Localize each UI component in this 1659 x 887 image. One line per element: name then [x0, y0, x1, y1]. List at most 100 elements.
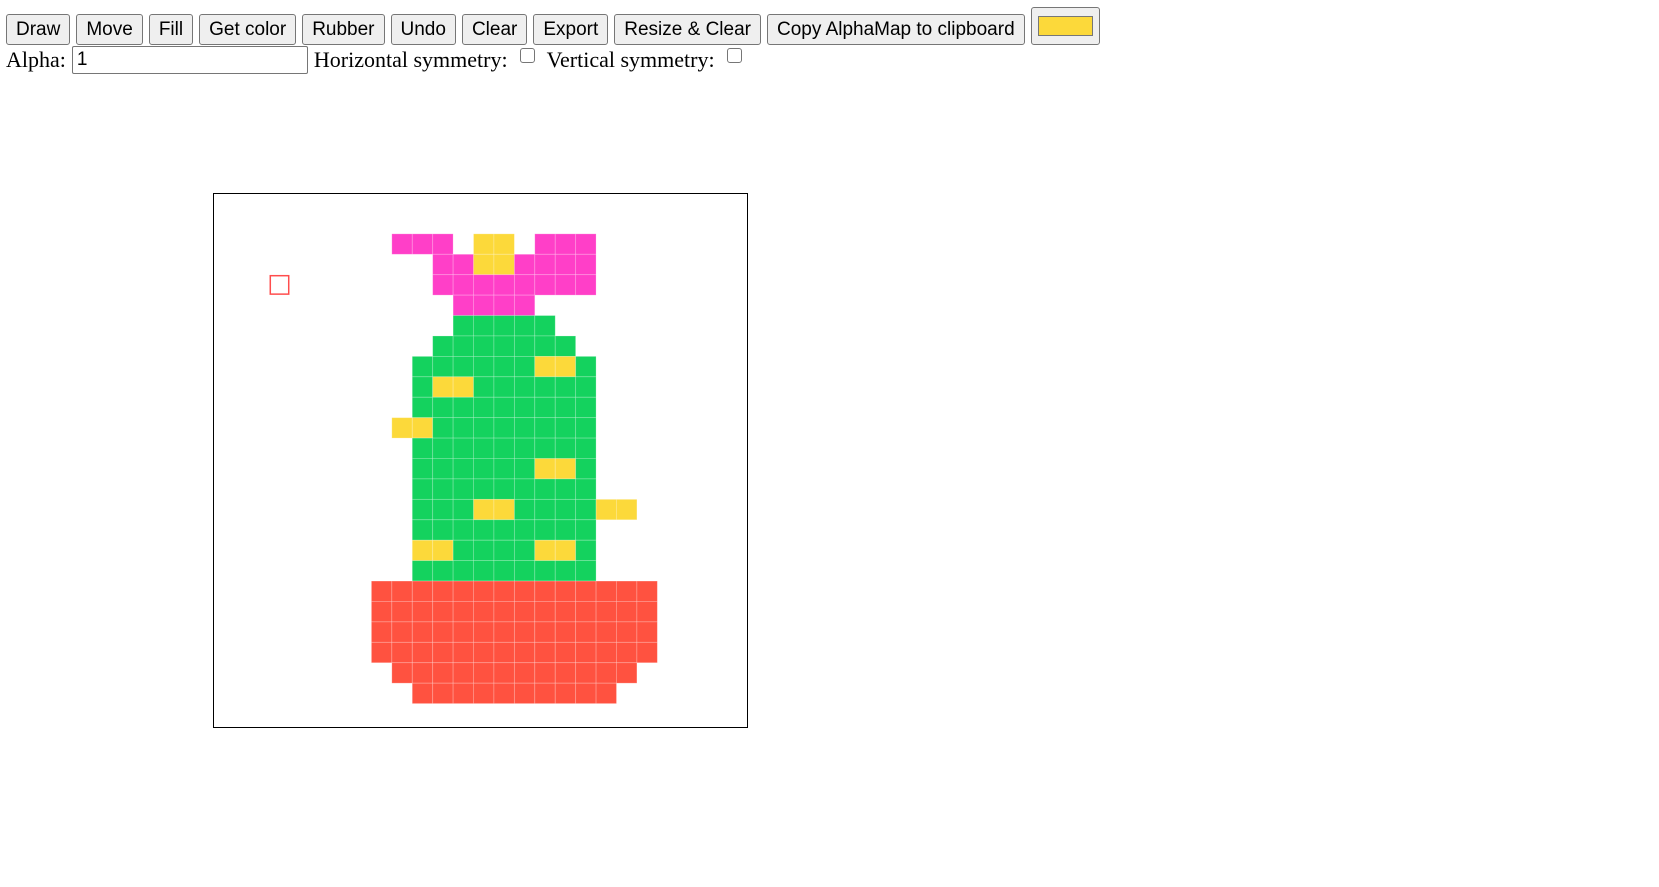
pixel-cell	[493, 662, 515, 684]
pixel-cell	[432, 580, 454, 602]
pixel-cell	[452, 274, 474, 296]
undo-button[interactable]: Undo	[390, 14, 456, 45]
pixel-cell	[473, 315, 495, 337]
pixel-cell	[391, 621, 413, 643]
pixel-cell	[452, 539, 474, 562]
pixel-cell	[493, 519, 515, 541]
color-picker-button[interactable]	[1030, 7, 1100, 45]
vertical-symmetry-label: Vertical symmetry:	[546, 47, 715, 72]
pixel-cell	[432, 376, 454, 398]
pixel-cell	[432, 601, 454, 623]
pixel-cell	[493, 682, 515, 704]
pixel-cell	[473, 560, 495, 582]
pixel-cell	[554, 376, 577, 398]
get-color-button[interactable]: Get color	[199, 14, 297, 45]
alpha-input[interactable]	[71, 46, 308, 74]
pixel-cell	[432, 519, 454, 541]
pixel-cell	[411, 458, 434, 480]
pixel-cell	[534, 519, 556, 541]
pixel-cell	[575, 621, 597, 643]
pixel-cell	[534, 539, 556, 562]
pixel-cell	[432, 233, 454, 255]
options-row: Alpha: Horizontal symmetry: Vertical sym…	[6, 45, 754, 75]
pixel-cell	[554, 335, 577, 357]
pixel-cell	[473, 478, 495, 500]
horizontal-symmetry-checkbox[interactable]	[519, 47, 535, 63]
pixel-cell	[473, 437, 495, 459]
pixel-cell	[575, 580, 597, 602]
pixel-cell	[554, 274, 577, 296]
pixel-cell	[513, 601, 536, 623]
pixel-cell	[554, 580, 577, 602]
pixel-cell	[493, 539, 515, 562]
pixel-cell	[493, 417, 515, 439]
pixel-cell	[513, 662, 536, 684]
pixel-cell	[371, 621, 393, 643]
rubber-button[interactable]: Rubber	[302, 14, 385, 45]
fill-button[interactable]: Fill	[148, 14, 194, 45]
pixel-cell	[371, 580, 393, 602]
pixel-cell	[616, 498, 638, 521]
pixel-art-svg	[269, 233, 658, 704]
export-button[interactable]: Export	[533, 14, 609, 45]
pixel-cell	[575, 376, 597, 398]
pixel-cell	[473, 621, 495, 643]
pixel-cell	[513, 478, 536, 500]
pixel-cell	[473, 274, 495, 296]
pixel-cell	[595, 641, 617, 664]
move-button[interactable]: Move	[76, 14, 143, 45]
pixel-cell	[534, 315, 556, 337]
pixel-cell	[452, 253, 474, 276]
draw-button[interactable]: Draw	[6, 14, 71, 45]
pixel-cell	[411, 580, 434, 602]
pixel-cell	[575, 682, 597, 704]
toolbar: Draw Move Fill Get color Rubber Undo Cle…	[6, 6, 1100, 46]
pixel-cell	[432, 417, 454, 439]
color-swatch	[1037, 16, 1093, 36]
resize-clear-button[interactable]: Resize & Clear	[614, 14, 761, 45]
pixel-cell	[554, 437, 577, 459]
pixel-cell	[513, 355, 536, 378]
pixel-cell	[452, 519, 474, 541]
pixel-cell	[575, 601, 597, 623]
pixel-cell	[473, 396, 495, 419]
pixel-cell	[432, 498, 454, 521]
pixel-cell	[534, 253, 556, 276]
pixel-cell	[595, 580, 617, 602]
pixel-cell	[452, 437, 474, 459]
pixel-cell	[534, 560, 556, 582]
copy-alphamap-button[interactable]: Copy AlphaMap to clipboard	[766, 14, 1025, 45]
pixel-cell	[554, 601, 577, 623]
pixel-cell	[411, 519, 434, 541]
horizontal-symmetry-label: Horizontal symmetry:	[313, 47, 508, 72]
pixel-cell	[432, 458, 454, 480]
pixel-cell	[534, 478, 556, 500]
pixel-cell	[411, 560, 434, 582]
pixel-cell	[391, 417, 413, 439]
pixel-cell	[636, 601, 658, 623]
vertical-symmetry-checkbox[interactable]	[726, 47, 742, 63]
pixel-cell	[534, 376, 556, 398]
pixel-cell	[452, 580, 474, 602]
pixel-cell	[452, 560, 474, 582]
pixel-cell	[575, 560, 597, 582]
pixel-cell	[432, 437, 454, 459]
pixel-cell	[411, 539, 434, 562]
pixel-cell	[473, 376, 495, 398]
pixel-cell	[554, 560, 577, 582]
pixel-cell	[411, 396, 434, 419]
pixel-cell	[493, 233, 515, 255]
pixel-cell	[513, 294, 536, 316]
drawing-canvas[interactable]	[213, 193, 748, 728]
pixel-cell	[616, 601, 638, 623]
pixel-cell	[493, 478, 515, 500]
pixel-cell	[616, 621, 638, 643]
pixel-cell	[575, 253, 597, 276]
pixel-cell	[493, 274, 515, 296]
clear-button[interactable]: Clear	[461, 14, 528, 45]
pixel-cell	[513, 458, 536, 480]
pixel-cell	[432, 662, 454, 684]
pixel-cell	[575, 458, 597, 480]
pixel-cell	[473, 417, 495, 439]
pixel-cell	[575, 641, 597, 664]
